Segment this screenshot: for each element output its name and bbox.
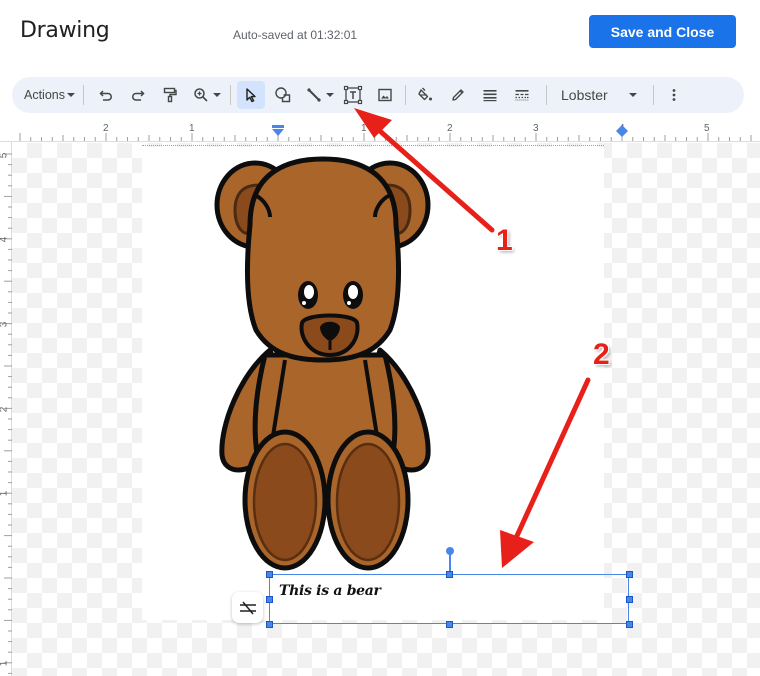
chevron-down-icon [213, 93, 221, 97]
line-tool-button[interactable] [303, 81, 337, 109]
resize-handle-right[interactable] [626, 596, 633, 603]
horizontal-ruler: 2 1 1 2 3 4 5 [0, 120, 760, 142]
chevron-down-icon [629, 93, 637, 97]
border-dash-button[interactable] [508, 81, 536, 109]
paint-bucket-icon [418, 87, 432, 101]
resize-handle-top[interactable] [446, 571, 453, 578]
cursor-arrow-icon [246, 88, 256, 103]
save-and-close-button[interactable]: Save and Close [589, 15, 736, 48]
annotation-label-2: 2 [593, 338, 610, 371]
ruler-label: 3 [0, 322, 9, 328]
resize-handle-top-left[interactable] [266, 571, 273, 578]
vertical-ruler: 5 4 3 2 1 1 [0, 142, 12, 676]
more-vert-icon [672, 89, 676, 101]
resize-handle-bottom-right[interactable] [626, 621, 633, 628]
ruler-ticks [19, 133, 752, 141]
ruler-label: 2 [447, 123, 453, 134]
text-wrap-icon [239, 601, 256, 614]
toolbar: Actions Lobster [12, 77, 744, 113]
shape-tool-button[interactable] [269, 81, 297, 109]
resize-handle-left[interactable] [266, 596, 273, 603]
text-box-tool-button[interactable] [339, 81, 367, 109]
rotation-handle[interactable] [446, 547, 454, 555]
ruler-label: 2 [0, 407, 9, 413]
teddy-bear-image[interactable] [210, 155, 440, 575]
ruler-label: 3 [533, 123, 539, 134]
toolbar-divider [653, 85, 654, 105]
drawing-title: Drawing [20, 18, 110, 43]
resize-handle-top-right[interactable] [626, 571, 633, 578]
redo-button[interactable] [124, 81, 152, 109]
toolbar-divider [546, 85, 547, 105]
text-box-content[interactable]: This is a bear [279, 583, 381, 599]
more-options-button[interactable] [660, 81, 688, 109]
redo-icon [132, 90, 145, 101]
actions-menu[interactable]: Actions [24, 81, 77, 109]
line-weight-icon [483, 90, 497, 102]
text-box[interactable]: This is a bear [269, 574, 629, 624]
undo-icon [99, 90, 112, 101]
line-icon [307, 88, 321, 102]
left-indent-marker[interactable] [272, 125, 284, 137]
paint-roller-icon [163, 87, 177, 103]
paint-format-button[interactable] [156, 81, 184, 109]
right-indent-marker[interactable] [616, 125, 628, 137]
zoom-button[interactable] [190, 81, 224, 109]
image-icon [378, 88, 392, 102]
actions-label: Actions [24, 88, 65, 102]
undo-button[interactable] [92, 81, 120, 109]
ruler-label: 5 [704, 123, 710, 134]
ruler-label: 1 [189, 123, 195, 134]
border-color-button[interactable] [444, 81, 472, 109]
image-button[interactable] [371, 81, 399, 109]
autosave-status: Auto-saved at 01:32:01 [233, 28, 358, 42]
resize-handle-bottom-left[interactable] [266, 621, 273, 628]
page-edge [142, 145, 604, 148]
resize-handle-bottom[interactable] [446, 621, 453, 628]
toolbar-divider [83, 85, 84, 105]
ruler-label: 1 [0, 661, 9, 667]
chevron-down-icon [67, 93, 75, 97]
font-family-select[interactable]: Lobster [553, 81, 643, 109]
shape-icon [275, 87, 291, 103]
select-tool-button[interactable] [237, 81, 265, 109]
line-dash-icon [515, 90, 529, 101]
annotation-label-1: 1 [496, 224, 513, 257]
ruler-label: 4 [0, 237, 9, 243]
ruler-label: 2 [103, 123, 109, 134]
chevron-down-icon [326, 93, 334, 97]
fill-color-button[interactable] [412, 81, 440, 109]
text-box-icon [343, 85, 363, 105]
text-wrap-button[interactable] [232, 592, 263, 623]
zoom-in-icon [194, 88, 208, 102]
toolbar-divider [230, 85, 231, 105]
border-weight-button[interactable] [476, 81, 504, 109]
ruler-label: 5 [0, 153, 9, 159]
ruler-label: 1 [361, 123, 367, 134]
pencil-icon [452, 89, 464, 101]
ruler-label: 1 [0, 491, 9, 497]
toolbar-divider [405, 85, 406, 105]
font-family-value: Lobster [561, 87, 608, 103]
